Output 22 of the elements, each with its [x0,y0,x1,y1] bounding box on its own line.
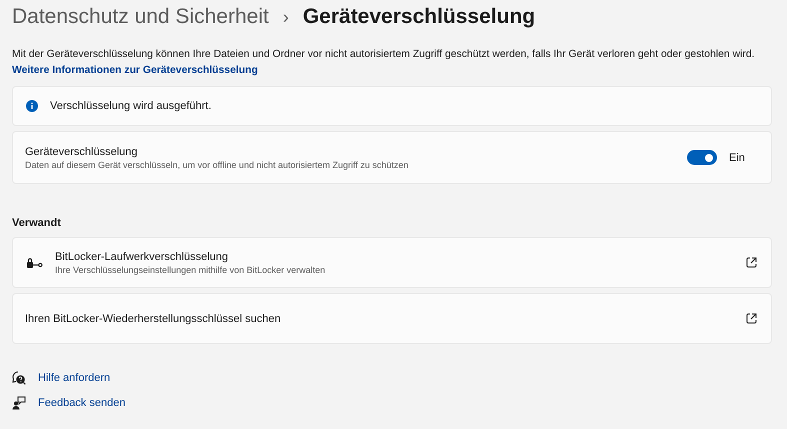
more-info-link[interactable]: Weitere Informationen zur Geräteverschlüsselung [12,65,258,76]
setting-title: Geräteverschlüsselung [25,146,139,158]
breadcrumb-parent[interactable]: Datenschutz und Sicherheit [12,5,269,29]
toggle-switch[interactable] [687,150,717,165]
description-text: Mit der Geräteverschlüsselung können Ihre Dateien und Ordner vor nicht autorisiertem Zugriff geschützt werden, falls Ihr Gerät verloren geht oder gestohlen wird. [12,49,756,60]
setting-description: Daten auf diesem Gerät verschlüsseln, um vor offline und nicht autorisiertem Zugriff zu schützen [25,160,410,170]
breadcrumb-separator: › [282,7,289,28]
related-link-description: Ihre Verschlüsselungseinstellungen mithilfe von BitLocker verwalten [55,264,326,274]
lock-key-icon [26,256,43,268]
help-link[interactable]: Hilfe anfordern [38,372,110,384]
related-link-title[interactable]: Ihren BitLocker-Wiederherstellungsschlüssel suchen [25,312,734,324]
help-link[interactable]: Feedback senden [38,397,126,409]
status-message: Verschlüsselung wird ausgeführt. [50,100,212,112]
feedback-icon [12,396,26,410]
external-link-icon[interactable] [746,257,757,268]
external-link-icon[interactable] [746,313,757,324]
page-title: Geräteverschlüsselung [302,5,536,29]
related-link-title[interactable]: BitLocker-Laufwerkverschlüsselung [55,250,734,262]
section-heading: Verwandt [12,217,62,229]
help-icon [12,371,26,385]
info-icon [26,100,38,112]
toggle-state-label: Ein [729,152,746,164]
